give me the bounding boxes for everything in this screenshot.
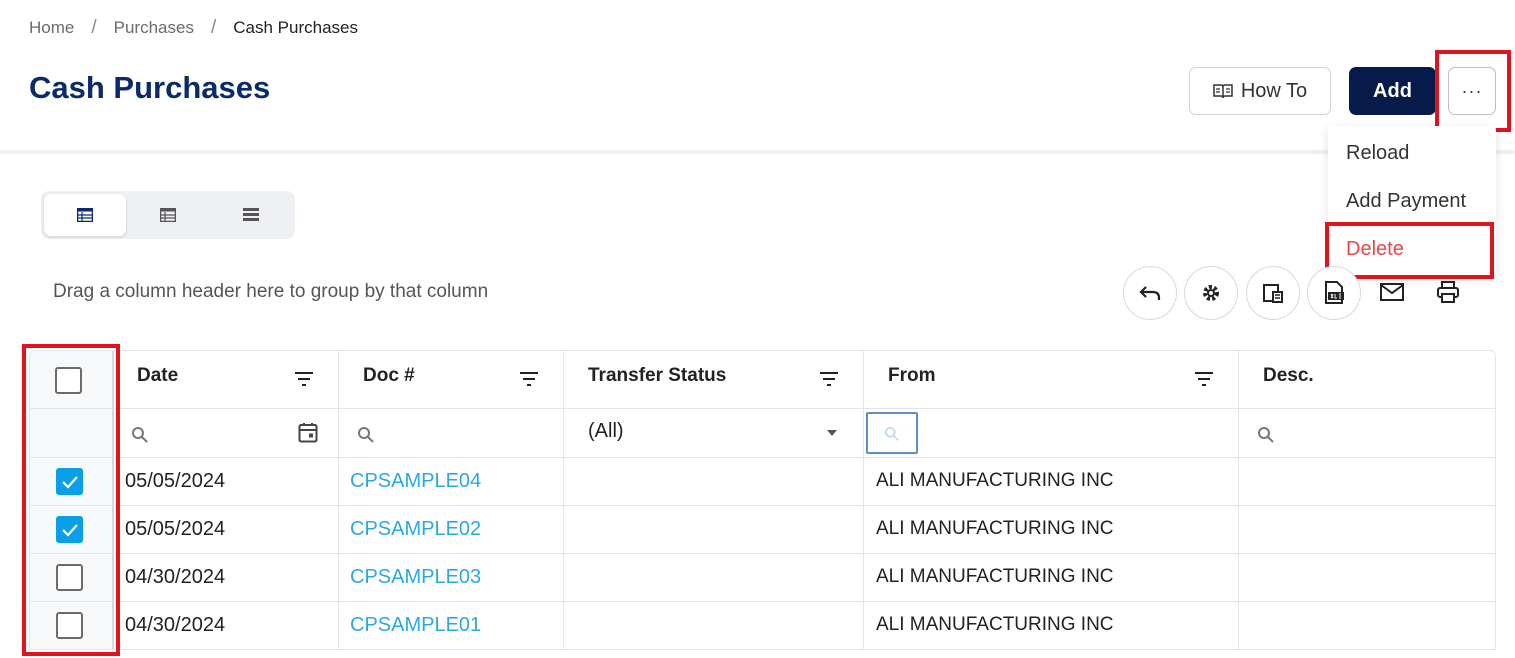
transfer-status-filter-select[interactable]: (All) bbox=[588, 420, 624, 443]
more-options-menu: Reload Add Payment Delete bbox=[1328, 126, 1496, 276]
cell-doc-link[interactable]: CPSAMPLE03 bbox=[350, 566, 481, 589]
table-compact-icon bbox=[243, 208, 259, 221]
filter-icon[interactable] bbox=[294, 371, 314, 387]
settings-button[interactable] bbox=[1184, 266, 1238, 320]
menu-item-delete[interactable]: Delete bbox=[1346, 238, 1404, 261]
view-compact-button[interactable] bbox=[210, 194, 292, 236]
page-title: Cash Purchases bbox=[29, 70, 271, 105]
table-row[interactable]: 04/30/2024 CPSAMPLE01 ALI MANUFACTURING … bbox=[30, 602, 1495, 649]
xls-export-icon bbox=[1325, 281, 1344, 304]
table-row[interactable]: 05/05/2024 CPSAMPLE02 ALI MANUFACTURING … bbox=[30, 506, 1495, 553]
row-select-checkbox[interactable] bbox=[56, 516, 83, 543]
undo-icon bbox=[1139, 286, 1161, 300]
breadcrumb: Home / Purchases / Cash Purchases bbox=[29, 17, 358, 39]
cell-from: ALI MANUFACTURING INC bbox=[876, 470, 1114, 491]
doc-filter-input[interactable] bbox=[350, 409, 560, 457]
breadcrumb-separator: / bbox=[210, 17, 217, 38]
column-header-date[interactable]: Date bbox=[137, 365, 179, 387]
cell-doc-link[interactable]: CPSAMPLE01 bbox=[350, 614, 481, 637]
breadcrumb-purchases[interactable]: Purchases bbox=[114, 18, 194, 38]
breadcrumb-current: Cash Purchases bbox=[233, 18, 358, 37]
gear-icon bbox=[1203, 285, 1219, 301]
breadcrumb-separator: / bbox=[91, 17, 97, 38]
book-icon bbox=[1213, 84, 1233, 99]
printer-icon bbox=[1437, 281, 1459, 303]
print-button[interactable] bbox=[1433, 278, 1463, 306]
cell-date: 04/30/2024 bbox=[125, 614, 226, 636]
calendar-icon[interactable] bbox=[298, 422, 318, 443]
column-header-doc[interactable]: Doc # bbox=[363, 365, 415, 387]
table-icon bbox=[77, 208, 93, 222]
date-filter-input[interactable] bbox=[125, 409, 300, 457]
from-filter-input[interactable] bbox=[866, 412, 918, 454]
caret-down-icon[interactable] bbox=[827, 430, 837, 436]
column-header-from[interactable]: From bbox=[888, 365, 936, 387]
cell-from: ALI MANUFACTURING INC bbox=[876, 566, 1114, 587]
column-chooser-button[interactable] bbox=[1246, 266, 1300, 320]
mail-icon bbox=[1380, 283, 1404, 301]
export-excel-button[interactable] bbox=[1307, 266, 1361, 320]
filter-icon[interactable] bbox=[1194, 371, 1214, 387]
menu-item-reload[interactable]: Reload bbox=[1346, 142, 1409, 165]
cell-date: 05/05/2024 bbox=[125, 518, 226, 540]
table-icon bbox=[160, 208, 176, 222]
more-options-button[interactable]: ··· bbox=[1448, 67, 1496, 115]
header-divider bbox=[0, 150, 1515, 154]
column-chooser-icon bbox=[1263, 284, 1283, 303]
desc-filter-input[interactable] bbox=[1250, 409, 1490, 457]
cell-date: 04/30/2024 bbox=[125, 566, 226, 588]
breadcrumb-home[interactable]: Home bbox=[29, 18, 74, 38]
menu-item-add-payment[interactable]: Add Payment bbox=[1346, 190, 1466, 213]
column-header-desc[interactable]: Desc. bbox=[1263, 365, 1314, 387]
search-icon bbox=[884, 426, 899, 441]
row-select-checkbox[interactable] bbox=[56, 564, 83, 591]
undo-button[interactable] bbox=[1123, 266, 1177, 320]
checkmark-icon bbox=[61, 475, 78, 489]
cell-doc-link[interactable]: CPSAMPLE04 bbox=[350, 470, 481, 493]
cell-date: 05/05/2024 bbox=[125, 470, 226, 492]
view-toggle bbox=[41, 191, 295, 239]
view-standard-button[interactable] bbox=[127, 194, 209, 236]
table-row[interactable]: 04/30/2024 CPSAMPLE03 ALI MANUFACTURING … bbox=[30, 554, 1495, 601]
how-to-label: How To bbox=[1240, 79, 1308, 102]
checkmark-icon bbox=[61, 523, 78, 537]
cell-from: ALI MANUFACTURING INC bbox=[876, 518, 1114, 539]
row-select-checkbox[interactable] bbox=[56, 468, 83, 495]
cell-doc-link[interactable]: CPSAMPLE02 bbox=[350, 518, 481, 541]
cell-from: ALI MANUFACTURING INC bbox=[876, 614, 1114, 635]
select-all-checkbox[interactable] bbox=[55, 367, 82, 394]
table-row[interactable]: 05/05/2024 CPSAMPLE04 ALI MANUFACTURING … bbox=[30, 458, 1495, 505]
row-select-checkbox[interactable] bbox=[56, 612, 83, 639]
group-panel-hint: Drag a column header here to group by th… bbox=[53, 281, 489, 302]
email-button[interactable] bbox=[1377, 278, 1407, 306]
filter-icon[interactable] bbox=[519, 371, 539, 387]
data-grid: Date Doc # Transfer Status From Desc. (A… bbox=[29, 350, 1496, 650]
how-to-button[interactable]: How To bbox=[1189, 67, 1331, 115]
add-button[interactable]: Add bbox=[1349, 67, 1436, 115]
filter-icon[interactable] bbox=[819, 371, 839, 387]
view-comfortable-button[interactable] bbox=[44, 194, 126, 236]
column-header-transfer-status[interactable]: Transfer Status bbox=[588, 365, 727, 387]
